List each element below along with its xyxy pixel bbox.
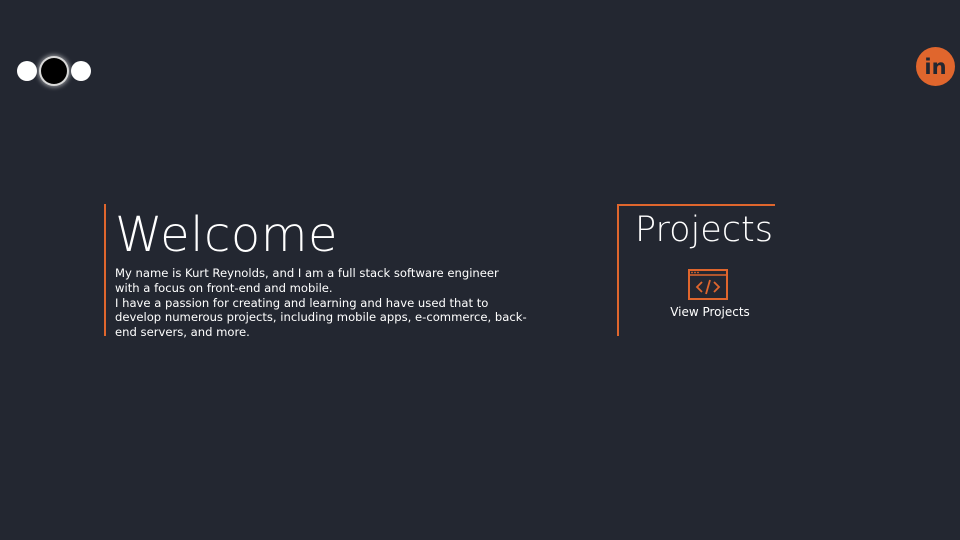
- code-window-icon[interactable]: [688, 269, 728, 300]
- linkedin-icon: in: [924, 55, 946, 79]
- bio-paragraph-1: My name is Kurt Reynolds, and I am a ful…: [115, 266, 499, 295]
- logo-dot-center: [41, 58, 67, 84]
- welcome-title: Welcome: [115, 207, 339, 263]
- projects-title: Projects: [635, 210, 773, 250]
- three-dots-logo-icon[interactable]: [16, 58, 92, 84]
- view-projects-label[interactable]: View Projects: [647, 305, 773, 319]
- page: in Welcome My name is Kurt Reynolds, and…: [0, 0, 960, 540]
- projects-section: Projects View Projects: [617, 204, 775, 336]
- bio-paragraph-2: I have a passion for creating and learni…: [115, 295, 527, 340]
- welcome-section: Welcome My name is Kurt Reynolds, and I …: [104, 204, 531, 339]
- logo-dot-right: [71, 61, 91, 81]
- linkedin-button[interactable]: in: [916, 47, 955, 86]
- linkedin-icon-text: in: [924, 55, 946, 79]
- bio-text: My name is Kurt Reynolds, and I am a ful…: [115, 266, 527, 340]
- logo-dot-left: [17, 61, 37, 81]
